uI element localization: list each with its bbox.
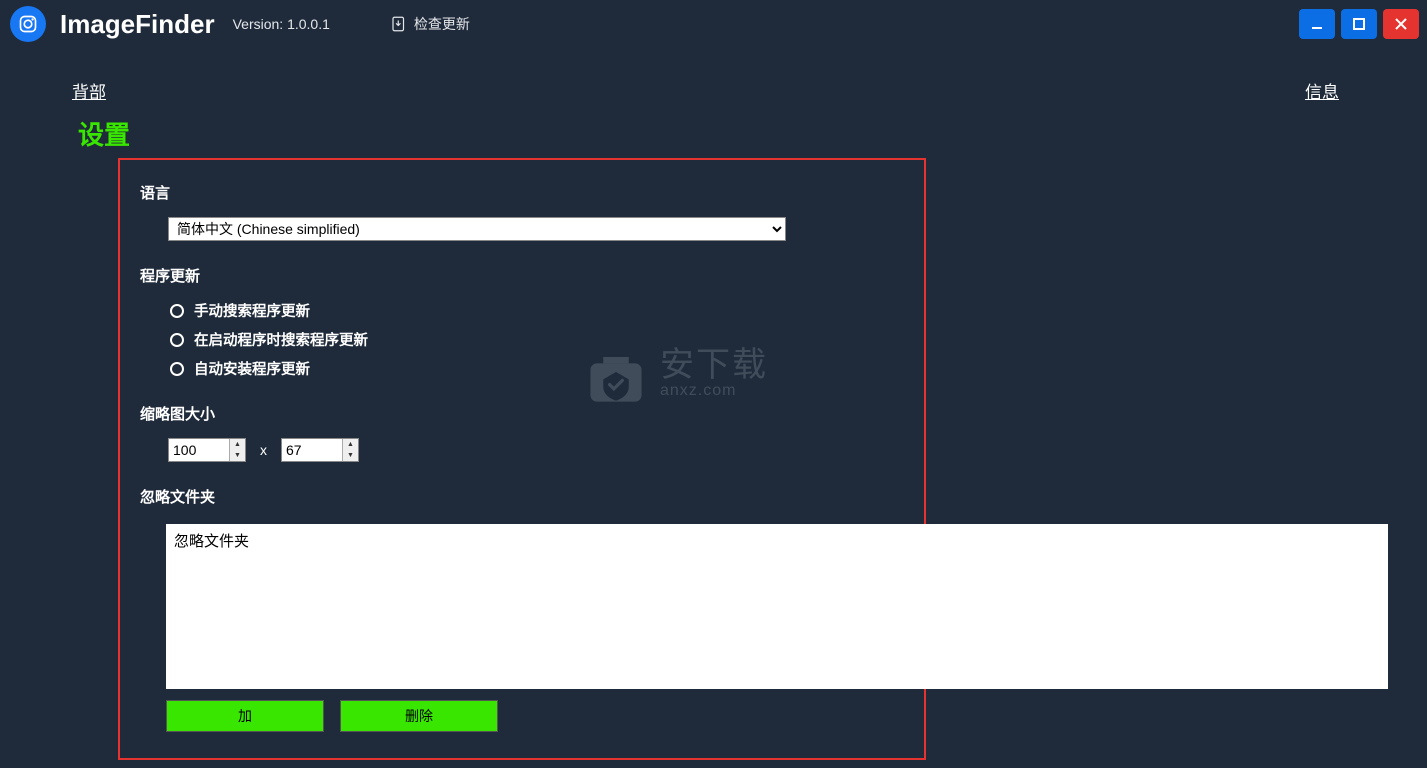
radio-icon (170, 362, 184, 376)
thumb-label: 缩略图大小 (140, 403, 904, 424)
language-label: 语言 (140, 182, 904, 203)
spin-down-icon[interactable]: ▼ (343, 450, 358, 461)
download-icon (390, 15, 408, 33)
check-update-label: 检查更新 (414, 14, 470, 34)
dim-separator: x (260, 442, 267, 458)
app-name: ImageFinder (60, 9, 215, 40)
maximize-button[interactable] (1341, 9, 1377, 39)
language-select[interactable]: 简体中文 (Chinese simplified) (168, 217, 786, 241)
ignore-section: 忽略文件夹 (140, 486, 904, 507)
check-update-button[interactable]: 检查更新 (390, 14, 470, 34)
update-radio-onstart[interactable]: 在启动程序时搜索程序更新 (170, 329, 904, 350)
thumb-section: 缩略图大小 ▲▼ x ▲▼ (140, 403, 904, 462)
thumb-height-input[interactable] (282, 439, 342, 461)
delete-button[interactable]: 删除 (340, 700, 498, 732)
app-version: Version: 1.0.0.1 (233, 16, 330, 32)
thumb-height-stepper[interactable]: ▲▼ (281, 438, 359, 462)
radio-icon (170, 333, 184, 347)
close-button[interactable] (1383, 9, 1419, 39)
update-radio-auto[interactable]: 自动安装程序更新 (170, 358, 904, 379)
titlebar: ImageFinder Version: 1.0.0.1 检查更新 (0, 0, 1427, 48)
ignore-buttons: 加 删除 (166, 700, 498, 732)
spin-up-icon[interactable]: ▲ (230, 439, 245, 450)
update-section: 程序更新 手动搜索程序更新 在启动程序时搜索程序更新 自动安装程序更新 (140, 265, 904, 379)
back-link[interactable]: 背部 (72, 78, 106, 103)
radio-icon (170, 304, 184, 318)
spin-up-icon[interactable]: ▲ (343, 439, 358, 450)
thumb-width-input[interactable] (169, 439, 229, 461)
ignore-folder-list[interactable]: 忽略文件夹 (166, 524, 1388, 689)
window-controls (1299, 9, 1419, 39)
radio-label: 自动安装程序更新 (194, 358, 310, 379)
language-section: 语言 简体中文 (Chinese simplified) (140, 182, 904, 241)
update-radio-manual[interactable]: 手动搜索程序更新 (170, 300, 904, 321)
radio-label: 手动搜索程序更新 (194, 300, 310, 321)
radio-label: 在启动程序时搜索程序更新 (194, 329, 368, 350)
info-link[interactable]: 信息 (1305, 78, 1339, 103)
thumb-width-stepper[interactable]: ▲▼ (168, 438, 246, 462)
app-logo-icon (10, 6, 46, 42)
add-button[interactable]: 加 (166, 700, 324, 732)
spin-down-icon[interactable]: ▼ (230, 450, 245, 461)
minimize-button[interactable] (1299, 9, 1335, 39)
ignore-list-item: 忽略文件夹 (174, 533, 249, 550)
ignore-label: 忽略文件夹 (140, 486, 904, 507)
update-label: 程序更新 (140, 265, 904, 286)
nav-row: 背部 信息 (0, 48, 1427, 103)
